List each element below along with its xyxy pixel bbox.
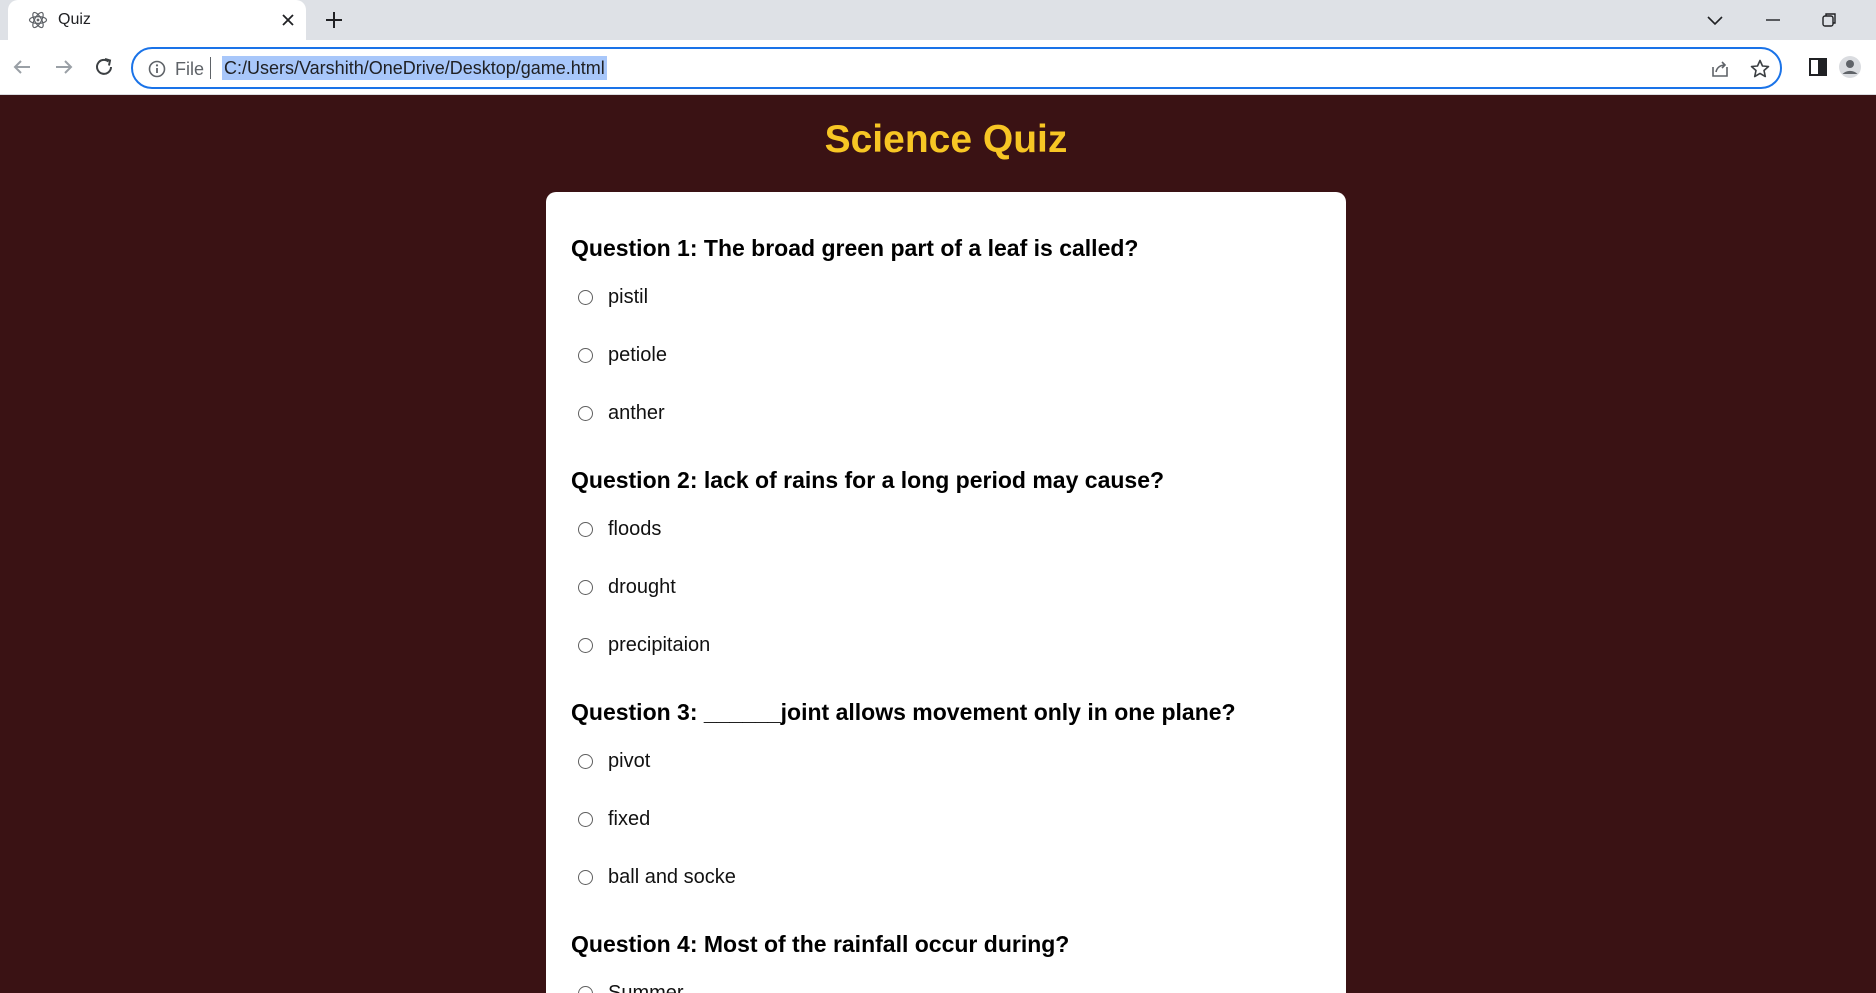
radio-button[interactable] (578, 637, 593, 653)
option-pistil[interactable]: pistil (571, 268, 1321, 326)
option-label: precipitaion (608, 633, 711, 656)
option-pivot[interactable]: pivot (571, 732, 1321, 790)
plus-icon[interactable] (322, 8, 346, 32)
arrow-left-icon[interactable] (8, 53, 36, 81)
address-bar[interactable]: File C:/Users/Varshith/OneDrive/Desktop/… (131, 47, 1782, 89)
option-fixed[interactable]: fixed (571, 790, 1321, 848)
option-label: ball and socke (608, 865, 736, 888)
radio-button[interactable] (578, 753, 593, 769)
star-icon[interactable] (1748, 57, 1772, 81)
radio-button[interactable] (578, 579, 593, 595)
question-2: Question 2: lack of rains for a long per… (571, 466, 1321, 674)
arrow-right-icon[interactable] (50, 53, 78, 81)
option-petiole[interactable]: petiole (571, 326, 1321, 384)
radio-button[interactable] (578, 869, 593, 885)
option-summer[interactable]: Summer (571, 964, 1321, 993)
option-label: fixed (608, 807, 651, 830)
option-label: Summer (608, 981, 684, 993)
question-text: Question 3: ______joint allows movement … (571, 699, 1236, 725)
chevron-down-icon[interactable] (1703, 8, 1727, 32)
radio-button[interactable] (578, 347, 593, 363)
option-label: anther (608, 401, 665, 424)
option-ball-and-socke[interactable]: ball and socke (571, 848, 1321, 906)
question-text: Question 1: The broad green part of a le… (571, 235, 1139, 261)
reload-icon[interactable] (90, 53, 118, 81)
url-text[interactable]: C:/Users/Varshith/OneDrive/Desktop/game.… (222, 56, 607, 80)
page-title: Science Quiz (824, 118, 1068, 161)
option-drought[interactable]: drought (571, 558, 1321, 616)
share-icon[interactable] (1708, 57, 1732, 81)
quiz-card: Question 1: The broad green part of a le… (546, 192, 1346, 993)
option-floods[interactable]: floods (571, 500, 1321, 558)
tab-quiz[interactable]: Quiz (8, 0, 306, 40)
radio-button[interactable] (578, 985, 593, 993)
question-4: Question 4: Most of the rainfall occur d… (571, 930, 1321, 993)
question-text: Question 2: lack of rains for a long per… (571, 467, 1165, 493)
profile-icon[interactable] (1836, 53, 1864, 81)
option-label: petiole (608, 343, 667, 366)
option-label: drought (608, 575, 676, 598)
scheme-label: File (175, 59, 205, 79)
option-label: pivot (608, 749, 651, 772)
tab-strip: Quiz (0, 0, 1876, 40)
divider (210, 57, 211, 79)
question-1: Question 1: The broad green part of a le… (571, 234, 1321, 442)
atom-icon (28, 11, 48, 29)
radio-button[interactable] (578, 811, 593, 827)
option-label: floods (608, 517, 662, 540)
side-panel-icon[interactable] (1804, 53, 1832, 81)
option-label: pistil (608, 285, 649, 308)
radio-button[interactable] (578, 289, 593, 305)
radio-button[interactable] (578, 521, 593, 537)
option-anther[interactable]: anther (571, 384, 1321, 442)
info-icon[interactable] (147, 59, 167, 79)
option-precipitaion[interactable]: precipitaion (571, 616, 1321, 674)
question-3: Question 3: ______joint allows movement … (571, 698, 1321, 906)
restore-icon[interactable] (1817, 8, 1841, 32)
question-text: Question 4: Most of the rainfall occur d… (571, 931, 1070, 957)
radio-button[interactable] (578, 405, 593, 421)
minimize-icon[interactable] (1761, 8, 1785, 32)
tab-title: Quiz (58, 11, 91, 28)
close-icon[interactable] (278, 10, 298, 30)
